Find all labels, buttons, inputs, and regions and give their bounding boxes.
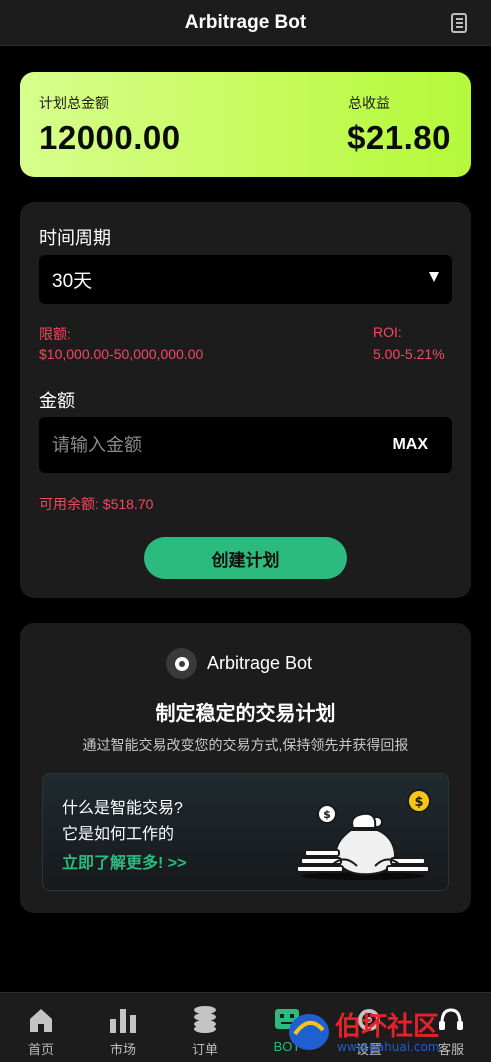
learn-more-link[interactable]: 立即了解更多! >> [62,849,186,873]
bot-brand: Arbitrage Bot [166,648,312,679]
home-icon [26,1005,56,1033]
period-select[interactable]: 30天 [39,255,452,304]
caret-down-icon [429,272,439,282]
plan-summary-card: 计划总金额 12000.00 总收益 $21.80 [20,72,471,177]
amount-field: MAX [39,417,452,473]
nav-label-orders: 订单 [191,1042,218,1057]
create-plan-button[interactable]: 创建计划 [144,537,347,579]
watermark-url: www.pahuai.com [337,1040,439,1054]
info-title: 制定稳定的交易计划 [155,703,336,725]
watermark-text: 伯坏社区 [335,1011,439,1042]
period-label: 时间周期 [39,228,111,248]
question-how: 它是如何工作的 [62,826,175,843]
amount-input[interactable] [39,417,369,473]
bot-logo-icon [166,648,197,679]
total-income-value: $21.80 [347,119,451,156]
limit-label: 限额: [39,326,71,342]
svg-text:$: $ [414,795,423,810]
site-watermark: 伯坏社区 www.pahuai.com [289,1011,439,1054]
total-plan-value: 12000.00 [39,119,181,156]
roi-label: ROI: [373,324,402,340]
nav-label-market: 市场 [109,1042,136,1057]
svg-text:$: $ [323,808,331,821]
bar-chart-icon [108,1005,138,1033]
nav-item-market[interactable]: 市场 [82,993,164,1062]
max-button[interactable]: MAX [392,436,428,454]
available-balance: 可用余额: $518.70 [39,496,154,512]
roi-value: 5.00-5.21% [373,346,445,362]
learn-more-banner[interactable]: 什么是智能交易? 它是如何工作的 立即了解更多! >> $ $ [42,773,449,891]
nav-item-orders[interactable]: 订单 [164,993,246,1062]
nav-label-home: 首页 [27,1042,54,1057]
period-selected-value: 30天 [52,271,93,292]
bot-info-card: Arbitrage Bot 制定稳定的交易计划 通过智能交易改变您的交易方式,保… [20,623,471,913]
total-plan-label: 计划总金额 [39,95,109,111]
nav-item-home[interactable]: 首页 [0,993,82,1062]
money-bag-illustration-icon: $ $ [296,789,431,880]
page-title: Arbitrage Bot [184,11,307,33]
coin-stack-icon [190,1005,220,1033]
total-income-label: 总收益 [348,95,390,111]
document-list-icon[interactable] [451,13,467,33]
create-plan-card: 时间周期 30天 限额: $10,000.00-50,000,000.00 RO… [20,202,471,598]
info-subtitle: 通过智能交易改变您的交易方式,保持领先并获得回报 [82,737,409,753]
question-what: 什么是智能交易? [62,800,183,817]
limit-value: $10,000.00-50,000,000.00 [39,346,204,362]
top-header: Arbitrage Bot [0,0,491,46]
bot-name: Arbitrage Bot [207,653,313,673]
amount-label: 金额 [39,391,75,411]
